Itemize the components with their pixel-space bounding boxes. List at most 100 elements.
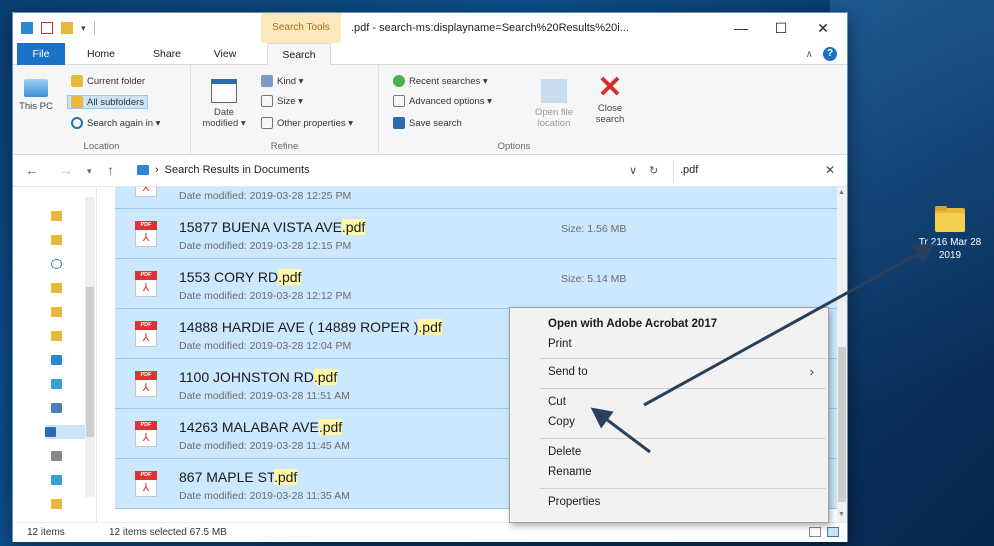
address-dropdown-icon[interactable]: ∨: [629, 164, 637, 177]
this-pc-button[interactable]: This PC: [19, 79, 53, 112]
close-button[interactable]: ✕: [803, 17, 843, 39]
properties-icon[interactable]: [41, 22, 53, 34]
help-icon[interactable]: ?: [823, 47, 837, 61]
file-list-scroll-thumb[interactable]: [838, 347, 846, 502]
file-modified: Date modified: 2019-03-28 12:04 PM: [179, 340, 352, 352]
file-row[interactable]: PDF ⅄ 1553 CORY RD.pdf Date modified: 201…: [115, 259, 837, 309]
recent-searches-icon: [393, 75, 405, 87]
save-search-label: Save search: [409, 117, 462, 129]
address-actions: ∨ ↻: [629, 164, 658, 177]
tab-view[interactable]: View: [203, 43, 247, 65]
open-file-location-label: Open file location: [534, 107, 574, 129]
menu-item-rename[interactable]: Rename: [548, 466, 591, 478]
menu-item-properties[interactable]: Properties: [548, 496, 600, 508]
nav-scroll-thumb[interactable]: [86, 287, 94, 437]
pictures-icon: [51, 379, 62, 389]
folder-icon: [935, 206, 965, 232]
open-file-location-button[interactable]: Open file location: [529, 79, 579, 129]
menu-item-open-with[interactable]: Open with Adobe Acrobat 2017: [548, 318, 717, 330]
downloads-icon: [45, 427, 56, 437]
all-subfolders-label: All subfolders: [87, 96, 145, 108]
search-tools-contextual-tab: Search Tools: [261, 13, 341, 43]
date-modified-button[interactable]: Date modified ▾: [197, 79, 251, 129]
view-switcher: [809, 527, 839, 537]
file-modified: Date modified: 2019-03-28 12:25 PM: [179, 190, 352, 202]
breadcrumb[interactable]: › Search Results in Documents: [137, 164, 310, 176]
nav-pane-scrollbar[interactable]: [85, 197, 95, 497]
file-row[interactable]: PDF⅄ Date modified: 2019-03-28 12:25 PM: [115, 187, 837, 209]
desktop-folder[interactable]: Tr 216 Mar 28 2019: [912, 206, 988, 262]
back-icon[interactable]: ←: [25, 162, 39, 178]
search-field[interactable]: ✕: [673, 160, 839, 182]
scroll-down-icon[interactable]: ▼: [838, 511, 845, 518]
forward-icon[interactable]: →: [59, 162, 73, 178]
clear-search-icon[interactable]: ✕: [825, 163, 835, 177]
other-properties-button[interactable]: Other properties ▾: [261, 117, 353, 129]
tab-search[interactable]: Search: [267, 43, 331, 66]
file-extension: .pdf: [318, 419, 343, 435]
qat-dropdown-icon[interactable]: ▾: [81, 23, 86, 34]
menu-separator: [540, 488, 826, 489]
current-folder-button[interactable]: Current folder: [71, 75, 145, 87]
file-name: 15877 BUENA VISTA AVE.pdf: [179, 219, 366, 235]
search-icon: [71, 117, 83, 129]
file-extension: .pdf: [418, 319, 442, 335]
save-icon: [393, 117, 405, 129]
pdf-icon: PDF⅄: [135, 271, 157, 297]
file-name: 1553 CORY RD.pdf: [179, 269, 302, 285]
search-input[interactable]: [674, 160, 804, 180]
subfolders-icon: [71, 96, 83, 108]
file-modified: Date modified: 2019-03-28 12:12 PM: [179, 290, 352, 302]
file-size: Size: 5.14 MB: [561, 273, 627, 285]
details-view-icon[interactable]: [809, 527, 821, 537]
menu-item-copy[interactable]: Copy: [548, 416, 575, 428]
collapse-ribbon-icon[interactable]: ∧: [806, 49, 813, 60]
menu-item-print[interactable]: Print: [548, 338, 572, 350]
file-modified: Date modified: 2019-03-28 12:15 PM: [179, 240, 352, 252]
advanced-options-button[interactable]: Advanced options ▾: [393, 95, 492, 107]
refresh-icon[interactable]: ↻: [649, 164, 658, 177]
folder-icon: [71, 75, 83, 87]
network-icon: [51, 475, 62, 485]
menu-item-cut[interactable]: Cut: [548, 396, 566, 408]
quick-access-toolbar: ▾: [21, 21, 95, 35]
file-row[interactable]: PDF ⅄ 15877 BUENA VISTA AVE.pdf Date modi…: [115, 209, 837, 259]
menu-item-send-to[interactable]: Send to: [548, 366, 588, 378]
size-button[interactable]: Size ▾: [261, 95, 303, 107]
file-list-scrollbar[interactable]: ▲ ▼: [837, 187, 847, 522]
tab-share[interactable]: Share: [143, 43, 191, 65]
kind-button[interactable]: Kind ▾: [261, 75, 303, 87]
recent-locations-icon[interactable]: ▾: [87, 166, 92, 177]
menu-item-delete[interactable]: Delete: [548, 446, 581, 458]
ribbon-help-area: ∧ ?: [806, 47, 837, 61]
nav-item[interactable]: [51, 497, 91, 511]
size-icon: [261, 95, 273, 107]
navigation-pane: [13, 187, 97, 522]
pdf-icon: PDF⅄: [135, 221, 157, 247]
file-name-base: 867 MAPLE ST: [179, 469, 274, 485]
search-again-button[interactable]: Search again in ▾: [71, 117, 160, 129]
minimize-button[interactable]: —: [721, 17, 761, 39]
computer-icon: [24, 79, 48, 97]
pdf-icon: PDF⅄: [135, 187, 157, 197]
scroll-up-icon[interactable]: ▲: [838, 189, 845, 196]
tiles-view-icon[interactable]: [827, 527, 839, 537]
new-folder-icon[interactable]: [61, 22, 73, 34]
file-extension: .pdf: [278, 269, 302, 285]
kind-icon: [261, 75, 273, 87]
up-icon[interactable]: ↑: [107, 162, 114, 178]
options-group-label: Options: [497, 141, 531, 152]
file-name: 14263 MALABAR AVE.pdf: [179, 419, 343, 435]
tab-file[interactable]: File: [17, 43, 65, 65]
close-search-icon: ✕: [597, 71, 623, 104]
recent-searches-button[interactable]: Recent searches ▾: [393, 75, 488, 87]
pdf-icon: PDF⅄: [135, 321, 157, 347]
tab-home[interactable]: Home: [77, 43, 125, 65]
save-search-button[interactable]: Save search: [393, 117, 462, 129]
maximize-button[interactable]: ☐: [761, 17, 801, 39]
location-group-label: Location: [83, 141, 120, 152]
all-subfolders-button[interactable]: All subfolders: [67, 95, 149, 109]
close-search-button[interactable]: ✕ Close search: [587, 71, 633, 126]
desktop-background: [830, 0, 994, 546]
file-name: 867 MAPLE ST.pdf: [179, 469, 298, 485]
